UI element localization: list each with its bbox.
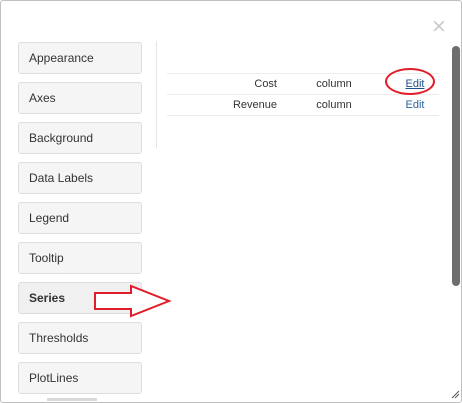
bottom-edge-fragment — [47, 398, 97, 401]
nav-item-label: PlotLines — [29, 371, 79, 385]
panel-divider — [156, 41, 157, 148]
nav-item-label: Tooltip — [29, 251, 64, 265]
nav-item-label: Data Labels — [29, 171, 94, 185]
nav-item-label: Series — [29, 291, 66, 305]
nav-item-appearance[interactable]: Appearance — [18, 42, 142, 74]
nav-item-thresholds[interactable]: Thresholds — [18, 322, 142, 354]
close-icon[interactable]: × — [431, 16, 447, 36]
edit-revenue-link[interactable]: Edit — [406, 99, 425, 111]
nav-item-label: Thresholds — [29, 331, 89, 345]
right-arrow-annotation — [93, 284, 173, 321]
series-name: Revenue — [167, 94, 277, 116]
series-type: column — [277, 73, 391, 95]
nav-item-legend[interactable]: Legend — [18, 202, 142, 234]
resize-grip-icon[interactable] — [450, 389, 460, 399]
series-name: Cost — [167, 73, 277, 95]
edit-cell: Edit — [391, 94, 439, 116]
nav-item-label: Background — [29, 131, 94, 145]
nav-item-label: Axes — [29, 91, 56, 105]
series-settings-dialog: × Appearance Axes Background Data Labels… — [0, 0, 462, 403]
nav-item-background[interactable]: Background — [18, 122, 142, 154]
series-type: column — [277, 94, 391, 116]
highlight-circle-annotation — [385, 68, 435, 95]
table-row: Revenue column Edit — [167, 94, 439, 116]
vertical-scrollbar-thumb[interactable] — [452, 46, 460, 286]
nav-item-label: Legend — [29, 211, 70, 225]
nav-item-plotlines[interactable]: PlotLines — [18, 362, 142, 394]
nav-item-data-labels[interactable]: Data Labels — [18, 162, 142, 194]
nav-item-tooltip[interactable]: Tooltip — [18, 242, 142, 274]
nav-item-axes[interactable]: Axes — [18, 82, 142, 114]
nav-item-label: Appearance — [29, 51, 94, 65]
